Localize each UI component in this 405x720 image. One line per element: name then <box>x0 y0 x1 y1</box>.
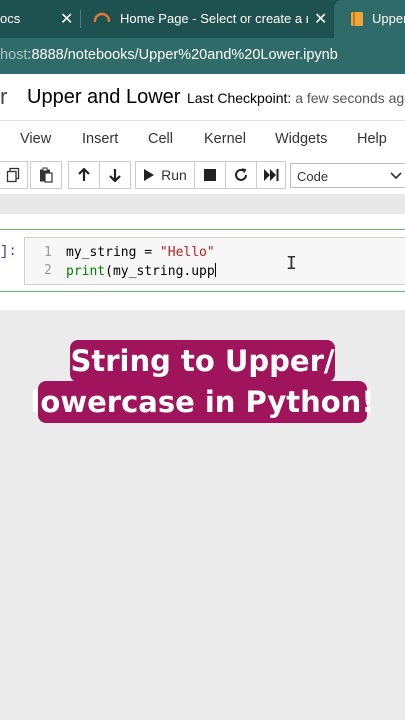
mouse-ibeam-cursor-icon: I <box>286 253 297 274</box>
browser-tab-docs[interactable]: ocs ✕ <box>0 0 80 38</box>
code-token: (my_string.upp <box>105 264 215 279</box>
cell-prompt: ]: <box>0 244 17 260</box>
stop-icon <box>204 169 216 181</box>
code-token: my_string = <box>66 245 160 260</box>
paste-icon <box>40 167 53 183</box>
checkpoint-status: Last Checkpoint: a few seconds ago <box>187 90 405 106</box>
fast-forward-icon <box>264 169 279 181</box>
tab-label: Home Page - Select or create a n <box>120 11 308 26</box>
url-path: :8888/notebooks/Upper%20and%20Lower.ipyn… <box>27 47 338 63</box>
browser-tab-strip: ocs ✕ Home Page - Select or create a n ✕… <box>0 0 405 38</box>
menu-bar <box>0 120 405 158</box>
menu-kernel[interactable]: Kernel <box>204 131 246 147</box>
copy-icon <box>6 167 20 183</box>
line-number: 1 <box>44 245 52 260</box>
menu-help[interactable]: Help <box>357 131 387 147</box>
move-up-button[interactable] <box>68 161 100 189</box>
url-host: host <box>0 47 28 63</box>
run-button[interactable]: Run <box>135 161 195 189</box>
close-icon[interactable]: ✕ <box>314 9 327 29</box>
tab-separator <box>80 10 81 28</box>
menu-widgets[interactable]: Widgets <box>275 131 327 147</box>
arrow-up-icon <box>78 167 90 181</box>
browser-tab-upper-active[interactable]: Upper <box>334 0 405 38</box>
notebook-icon <box>351 12 363 26</box>
copy-button[interactable] <box>0 161 28 189</box>
cell-type-select[interactable]: Code <box>290 163 405 188</box>
restart-icon <box>235 168 247 181</box>
restart-run-all-button[interactable] <box>256 161 286 189</box>
line-number: 2 <box>44 263 52 278</box>
browser-tab-home[interactable]: Home Page - Select or create a n ✕ <box>82 0 332 38</box>
caption-text: String to Upper/ <box>70 344 335 378</box>
cell-type-value: Code <box>297 169 329 184</box>
code-line-2[interactable]: print(my_string.upp <box>66 263 216 279</box>
url-text[interactable]: host:8888/notebooks/Upper%20and%20Lower.… <box>0 47 338 63</box>
caption-line-2: lowercase in Python! <box>30 381 375 423</box>
checkpoint-value: a few seconds ago <box>295 90 405 106</box>
arrow-down-icon <box>109 169 121 183</box>
menu-view[interactable]: View <box>20 131 51 147</box>
move-down-button[interactable] <box>99 161 131 189</box>
tab-label: ocs <box>0 11 21 26</box>
close-icon[interactable]: ✕ <box>60 9 73 29</box>
menu-insert[interactable]: Insert <box>82 131 118 147</box>
notebook-background <box>0 194 405 214</box>
text-cursor <box>214 263 216 277</box>
menu-cell[interactable]: Cell <box>148 131 173 147</box>
interrupt-button[interactable] <box>194 161 226 189</box>
code-line-1[interactable]: my_string = "Hello" <box>66 245 215 260</box>
tab-label: Upper <box>372 11 405 26</box>
loading-spinner-icon <box>93 12 111 23</box>
code-string: "Hello" <box>159 245 215 260</box>
caption-line-1: String to Upper/ <box>70 340 335 382</box>
notebook-title[interactable]: Upper and Lower <box>27 86 180 109</box>
checkpoint-label: Last Checkpoint: <box>187 90 292 106</box>
paste-button[interactable] <box>30 161 62 189</box>
chevron-down-icon <box>390 172 402 180</box>
restart-button[interactable] <box>225 161 257 189</box>
run-label: Run <box>161 167 187 183</box>
jupyter-logo-fragment: r <box>0 84 8 109</box>
code-builtin: print <box>66 264 106 279</box>
caption-text: lowercase in Python! <box>30 385 375 419</box>
play-icon <box>144 169 155 181</box>
